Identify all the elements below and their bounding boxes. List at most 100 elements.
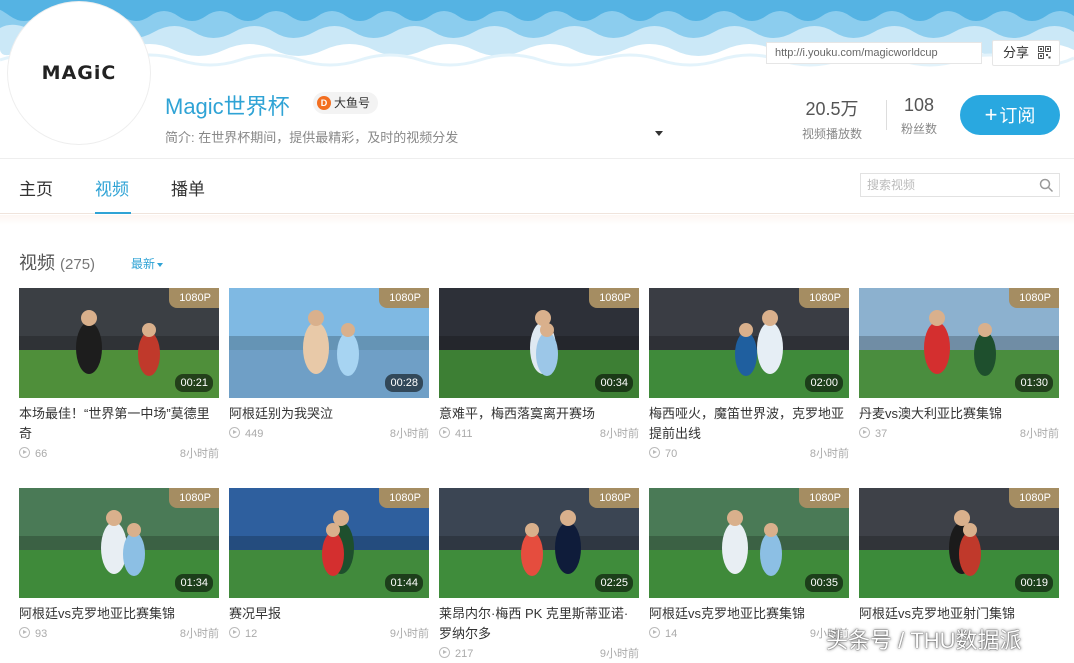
expand-intro-icon[interactable] <box>655 131 663 136</box>
quality-badge: 1080P <box>589 488 639 508</box>
stat-fans: 108 粉丝数 <box>894 95 944 137</box>
stat-plays: 20.5万 视频播放数 <box>795 95 869 142</box>
thumbnail[interactable]: 1080P 00:19 <box>859 488 1059 598</box>
nav-shadow <box>0 215 1074 225</box>
sort-label: 最新 <box>131 257 156 271</box>
channel-url[interactable]: http://i.youku.com/magicworldcup <box>766 42 982 64</box>
video-meta: 12 9小时前 <box>229 624 429 644</box>
video-card[interactable]: 1080P 00:34 意难平，梅西落寞离开赛场 411 8小时前 <box>439 288 639 444</box>
dayu-badge-label: 大鱼号 <box>334 96 371 110</box>
avatar[interactable]: MAGiC <box>8 2 150 144</box>
play-count: 217 <box>455 648 474 660</box>
section-title: 视频 (275) <box>19 249 95 275</box>
play-count: 37 <box>875 428 888 440</box>
upload-time: 8小时前 <box>389 428 429 440</box>
stat-fans-label: 粉丝数 <box>900 122 937 136</box>
channel-banner: MAGiC http://i.youku.com/magicworldcup 分… <box>0 0 1074 158</box>
video-card[interactable]: 1080P 02:25 莱昂内尔·梅西 PK 克里斯蒂亚诺·罗纳尔多 217 9小… <box>439 488 639 663</box>
play-count-icon <box>19 627 30 638</box>
thumbnail[interactable]: 1080P 02:25 <box>439 488 639 598</box>
play-count-icon <box>19 447 30 458</box>
video-meta: 14 9小时前 <box>649 624 849 644</box>
video-meta: 217 9小时前 <box>439 644 639 663</box>
play-count-icon <box>859 427 870 438</box>
plus-icon: + <box>984 102 998 127</box>
video-title[interactable]: 意难平，梅西落寞离开赛场 <box>439 404 639 424</box>
quality-badge: 1080P <box>169 288 219 308</box>
video-meta: 66 8小时前 <box>19 444 219 464</box>
share-label: 分享 <box>1003 45 1030 60</box>
search-input[interactable]: 搜索视频 <box>860 173 1060 197</box>
sort-dropdown[interactable]: 最新 <box>131 255 164 272</box>
search-placeholder: 搜索视频 <box>867 178 916 192</box>
play-count: 70 <box>665 448 678 460</box>
thumbnail[interactable]: 1080P 00:21 <box>19 288 219 398</box>
video-title[interactable]: 阿根廷vs克罗地亚比赛集锦 <box>19 604 219 624</box>
video-card[interactable]: 1080P 02:00 梅西哑火，魔笛世界波，克罗地亚提前出线 70 8小时前 <box>649 288 849 464</box>
video-card[interactable]: 1080P 00:21 本场最佳！“世界第一中场”莫德里奇 66 8小时前 <box>19 288 219 464</box>
duration-label: 00:34 <box>595 374 633 392</box>
upload-time: 8小时前 <box>179 448 219 460</box>
play-count-icon <box>229 427 240 438</box>
upload-time: 8小时前 <box>1019 428 1059 440</box>
duration-label: 00:21 <box>175 374 213 392</box>
play-count: 12 <box>245 628 258 640</box>
video-card[interactable]: 1080P 01:34 阿根廷vs克罗地亚比赛集锦 93 8小时前 <box>19 488 219 644</box>
thumbnail[interactable]: 1080P 00:28 <box>229 288 429 398</box>
video-title[interactable]: 阿根廷vs克罗地亚射门集锦 <box>859 604 1059 624</box>
channel-name[interactable]: Magic世界杯 <box>165 89 290 121</box>
quality-badge: 1080P <box>169 488 219 508</box>
qr-code-icon <box>1038 46 1051 59</box>
thumbnail[interactable]: 1080P 02:00 <box>649 288 849 398</box>
quality-badge: 1080P <box>799 488 849 508</box>
video-title[interactable]: 莱昂内尔·梅西 PK 克里斯蒂亚诺·罗纳尔多 <box>439 604 639 644</box>
search-icon[interactable] <box>1039 178 1054 193</box>
upload-time: 8小时前 <box>179 628 219 640</box>
quality-badge: 1080P <box>379 488 429 508</box>
play-count: 449 <box>245 428 264 440</box>
stat-plays-label: 视频播放数 <box>801 127 862 141</box>
video-meta: 411 8小时前 <box>439 424 639 444</box>
video-card[interactable]: 1080P 00:19 阿根廷vs克罗地亚射门集锦 <box>859 488 1059 644</box>
tab-videos[interactable]: 视频 <box>95 175 129 200</box>
stat-fans-value: 108 <box>903 95 935 115</box>
video-title[interactable]: 阿根廷vs克罗地亚比赛集锦 <box>649 604 849 624</box>
thumbnail[interactable]: 1080P 01:44 <box>229 488 429 598</box>
tab-home[interactable]: 主页 <box>19 175 53 200</box>
dayu-badge[interactable]: D 大鱼号 <box>313 92 379 114</box>
play-count-icon <box>649 627 660 638</box>
thumbnail[interactable]: 1080P 00:34 <box>439 288 639 398</box>
video-title[interactable]: 丹麦vs澳大利亚比赛集锦 <box>859 404 1059 424</box>
duration-label: 01:34 <box>175 574 213 592</box>
duration-label: 00:35 <box>805 574 843 592</box>
dayu-logo-icon: D <box>317 96 331 110</box>
video-card[interactable]: 1080P 01:44 赛况早报 12 9小时前 <box>229 488 429 644</box>
upload-time: 9小时前 <box>599 648 639 660</box>
thumbnail[interactable]: 1080P 00:35 <box>649 488 849 598</box>
duration-label: 01:30 <box>1015 374 1053 392</box>
subscribe-button[interactable]: + 订阅 <box>960 95 1060 135</box>
quality-badge: 1080P <box>1009 288 1059 308</box>
watermark: 头条号 / THU数据派 <box>826 628 1022 653</box>
video-meta: 93 8小时前 <box>19 624 219 644</box>
thumbnail[interactable]: 1080P 01:34 <box>19 488 219 598</box>
play-count: 66 <box>35 448 48 460</box>
video-title[interactable]: 赛况早报 <box>229 604 429 624</box>
play-count: 93 <box>35 628 48 640</box>
upload-time: 9小时前 <box>389 628 429 640</box>
quality-badge: 1080P <box>1009 488 1059 508</box>
duration-label: 00:19 <box>1015 574 1053 592</box>
share-button[interactable]: 分享 <box>992 40 1060 66</box>
video-card[interactable]: 1080P 00:35 阿根廷vs克罗地亚比赛集锦 14 9小时前 <box>649 488 849 644</box>
video-title[interactable]: 阿根廷别为我哭泣 <box>229 404 429 424</box>
play-count-icon <box>439 427 450 438</box>
tab-playlists[interactable]: 播单 <box>171 175 205 200</box>
upload-time: 8小时前 <box>809 448 849 460</box>
video-card[interactable]: 1080P 01:30 丹麦vs澳大利亚比赛集锦 37 8小时前 <box>859 288 1059 444</box>
video-card[interactable]: 1080P 00:28 阿根廷别为我哭泣 449 8小时前 <box>229 288 429 444</box>
stat-plays-value: 20.5万 <box>805 99 859 119</box>
duration-label: 01:44 <box>385 574 423 592</box>
video-title[interactable]: 本场最佳！“世界第一中场”莫德里奇 <box>19 404 219 444</box>
thumbnail[interactable]: 1080P 01:30 <box>859 288 1059 398</box>
video-title[interactable]: 梅西哑火，魔笛世界波，克罗地亚提前出线 <box>649 404 849 444</box>
